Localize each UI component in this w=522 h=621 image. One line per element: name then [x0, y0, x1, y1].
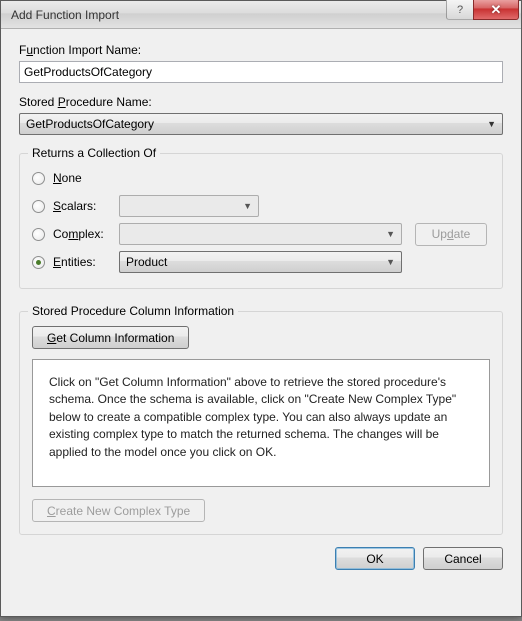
- dialog-footer: OK Cancel: [19, 535, 503, 570]
- window-title: Add Function Import: [11, 8, 119, 22]
- chevron-down-icon: ▼: [243, 201, 252, 211]
- radio-row-none[interactable]: None: [32, 164, 490, 192]
- column-info-text: Click on "Get Column Information" above …: [49, 375, 456, 459]
- chevron-down-icon: ▼: [386, 257, 395, 267]
- radio-row-scalars[interactable]: Scalars: ▼: [32, 192, 490, 220]
- radio-row-entities[interactable]: Entities: Product ▼: [32, 248, 490, 276]
- returns-fieldset: Returns a Collection Of None Scalars: ▼: [19, 153, 503, 289]
- radio-complex-label: Complex:: [53, 227, 119, 241]
- window-controls: ? ✕: [447, 0, 519, 20]
- create-new-complex-type-button: Create New Complex Type: [32, 499, 205, 522]
- stored-procedure-name-combo[interactable]: GetProductsOfCategory ▼: [19, 113, 503, 135]
- scalars-combo: ▼: [119, 195, 259, 217]
- update-button: Update: [415, 223, 487, 246]
- dialog-content: Function Import Name: Stored Procedure N…: [1, 29, 521, 616]
- spci-legend: Stored Procedure Column Information: [28, 304, 238, 318]
- close-icon: ✕: [491, 2, 502, 18]
- radio-scalars-label: Scalars:: [53, 199, 119, 213]
- ok-button[interactable]: OK: [335, 547, 415, 570]
- dialog-window: Add Function Import ? ✕ Function Import …: [0, 0, 522, 617]
- radio-none-label: None: [53, 171, 119, 185]
- radio-scalars[interactable]: [32, 200, 45, 213]
- radio-entities-label: Entities:: [53, 255, 119, 269]
- function-import-name-label: Function Import Name:: [19, 43, 503, 57]
- complex-combo: ▼: [119, 223, 402, 245]
- spci-fieldset: Stored Procedure Column Information Get …: [19, 311, 503, 535]
- radio-row-complex[interactable]: Complex: ▼ Update: [32, 220, 490, 248]
- titlebar[interactable]: Add Function Import ? ✕: [1, 1, 521, 29]
- chevron-down-icon: ▼: [487, 119, 496, 129]
- stored-procedure-name-label: Stored Procedure Name:: [19, 95, 503, 109]
- help-button[interactable]: ?: [446, 0, 474, 20]
- radio-complex[interactable]: [32, 228, 45, 241]
- cancel-button[interactable]: Cancel: [423, 547, 503, 570]
- function-import-name-input[interactable]: [19, 61, 503, 83]
- radio-none[interactable]: [32, 172, 45, 185]
- get-column-information-button[interactable]: Get Column Information: [32, 326, 189, 349]
- entities-combo-value: Product: [126, 255, 167, 269]
- close-button[interactable]: ✕: [473, 0, 519, 20]
- stored-procedure-name-value: GetProductsOfCategory: [26, 117, 154, 131]
- radio-entities[interactable]: [32, 256, 45, 269]
- returns-legend: Returns a Collection Of: [28, 146, 160, 160]
- entities-combo[interactable]: Product ▼: [119, 251, 402, 273]
- chevron-down-icon: ▼: [386, 229, 395, 239]
- column-info-box: Click on "Get Column Information" above …: [32, 359, 490, 487]
